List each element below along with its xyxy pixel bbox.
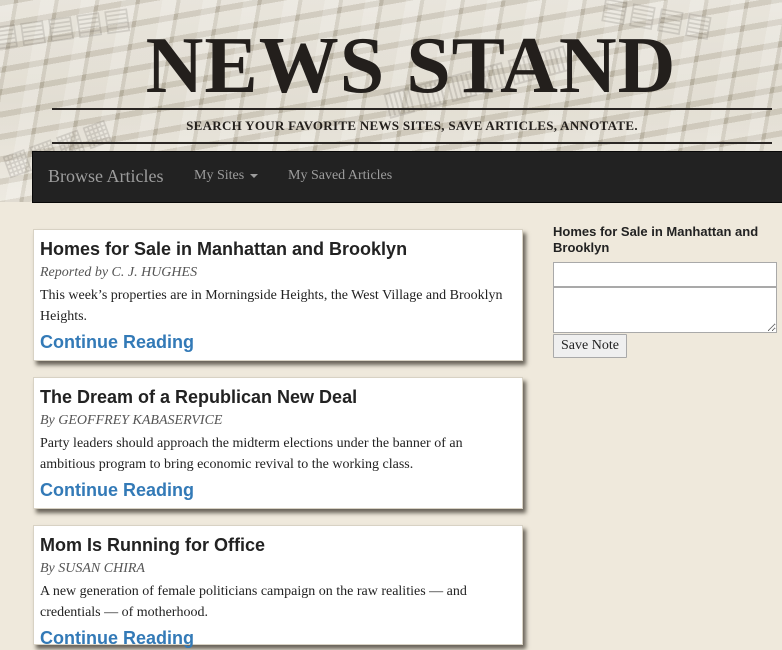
continue-reading-link[interactable]: Continue Reading xyxy=(40,478,194,502)
caret-down-icon xyxy=(250,173,259,178)
continue-reading-link[interactable]: Continue Reading xyxy=(40,626,194,650)
article-byline: By SUSAN CHIRA xyxy=(40,561,145,576)
browse-articles-link[interactable]: Browse Articles xyxy=(48,166,163,187)
main-navbar: Browse Articles My Sites My Saved Articl… xyxy=(32,151,782,203)
my-sites-label: My Sites xyxy=(194,168,245,183)
note-article-heading: Homes for Sale in Manhattan and Brooklyn xyxy=(553,224,759,255)
site-tagline: SEARCH YOUR FAVORITE NEWS SITES, SAVE AR… xyxy=(186,118,638,133)
article-summary: Party leaders should approach the midter… xyxy=(40,436,463,472)
save-note-button[interactable]: Save Note xyxy=(553,334,627,358)
article-title: The Dream of a Republican New Deal xyxy=(40,387,358,407)
article-card: The Dream of a Republican New Deal By GE… xyxy=(33,377,523,509)
article-title: Homes for Sale in Manhattan and Brooklyn xyxy=(40,239,408,259)
article-byline: Reported by C. J. HUGHES xyxy=(40,265,198,280)
note-body-textarea[interactable] xyxy=(553,287,777,333)
note-title-input[interactable] xyxy=(553,262,777,287)
article-summary: A new generation of female politicians c… xyxy=(40,584,467,620)
article-card: Homes for Sale in Manhattan and Brooklyn… xyxy=(33,229,523,361)
continue-reading-link[interactable]: Continue Reading xyxy=(40,330,194,354)
article-title: Mom Is Running for Office xyxy=(40,535,265,555)
my-saved-articles-link[interactable]: My Saved Articles xyxy=(288,168,392,184)
article-byline: By GEOFFREY KABASERVICE xyxy=(40,413,223,428)
my-sites-dropdown[interactable]: My Sites xyxy=(194,168,259,184)
header-divider-bottom xyxy=(52,142,772,144)
header-divider-top xyxy=(52,108,772,110)
site-title: NEWS STAND xyxy=(145,22,677,110)
article-summary: This week’s properties are in Morningsid… xyxy=(40,288,503,324)
article-card: Mom Is Running for Office By SUSAN CHIRA… xyxy=(33,525,523,648)
